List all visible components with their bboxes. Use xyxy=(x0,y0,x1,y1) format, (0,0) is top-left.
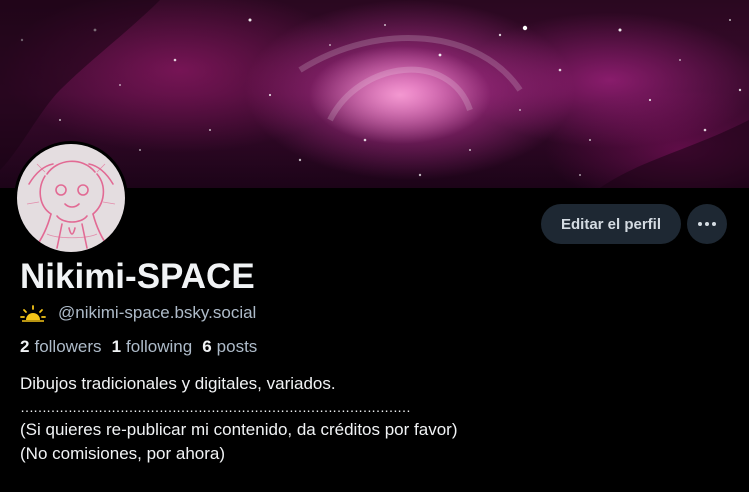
posts-count-item: 6 posts xyxy=(202,337,257,357)
profile-bio: Dibujos tradicionales y digitales, varia… xyxy=(20,372,720,466)
bio-line: (Si quieres re-publicar mi contenido, da… xyxy=(20,420,458,439)
posts-label: posts xyxy=(216,337,258,356)
followers-link[interactable]: 2 followers xyxy=(20,337,102,357)
following-count: 1 xyxy=(111,337,122,356)
followers-count: 2 xyxy=(20,337,30,356)
edit-profile-button[interactable]: Editar el perfil xyxy=(541,204,681,244)
avatar-image xyxy=(17,144,125,252)
ellipsis-icon xyxy=(698,222,716,226)
handle-text[interactable]: @nikimi-space.bsky.social xyxy=(58,303,256,323)
following-label: following xyxy=(126,337,193,356)
sun-icon xyxy=(20,305,46,322)
handle-row: @nikimi-space.bsky.social xyxy=(20,302,256,324)
followers-label: followers xyxy=(34,337,102,356)
following-link[interactable]: 1 following xyxy=(112,337,193,357)
profile-stats: 2 followers 1 following 6 posts xyxy=(20,336,257,358)
more-options-button[interactable] xyxy=(687,204,727,244)
bio-line: Dibujos tradicionales y digitales, varia… xyxy=(20,374,336,393)
bio-line: ……………………………………………………………………………… xyxy=(20,399,411,415)
posts-count: 6 xyxy=(202,337,212,356)
display-name: Nikimi-SPACE xyxy=(20,257,255,296)
bio-line: (No comisiones, por ahora) xyxy=(20,444,226,463)
avatar[interactable] xyxy=(14,141,128,255)
